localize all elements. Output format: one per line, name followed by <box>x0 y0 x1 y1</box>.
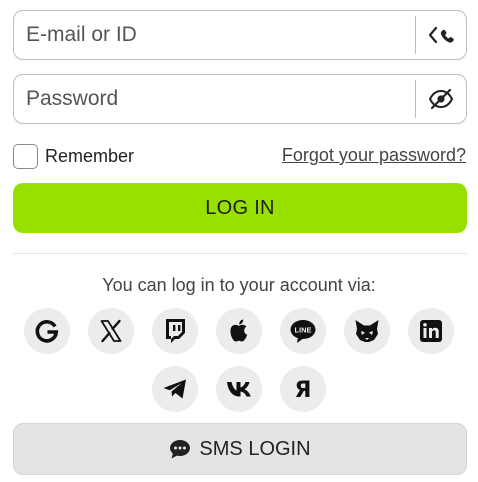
remember-checkbox-row[interactable]: Remember <box>13 144 134 169</box>
divider <box>13 253 467 254</box>
eye-off-icon[interactable] <box>416 75 466 123</box>
yandex-icon: Я <box>295 378 312 401</box>
forgot-password-link[interactable]: Forgot your password? <box>282 145 466 166</box>
telegram-icon <box>163 379 186 399</box>
sms-login-label: SMS LOGIN <box>199 437 311 460</box>
vk-login-button[interactable] <box>216 366 262 412</box>
email-input[interactable]: E-mail or ID <box>14 23 415 47</box>
vk-icon <box>227 382 251 397</box>
google-login-button[interactable] <box>24 308 70 354</box>
x-login-button[interactable] <box>88 308 134 354</box>
twitch-login-button[interactable] <box>152 308 198 354</box>
sms-login-button[interactable]: SMS LOGIN <box>13 423 467 475</box>
social-login-heading: You can log in to your account via: <box>102 275 376 295</box>
login-button[interactable]: LOG IN <box>13 183 467 233</box>
email-field[interactable]: E-mail or ID <box>13 10 467 60</box>
password-field[interactable]: Password <box>13 74 467 124</box>
twitch-icon <box>166 319 185 343</box>
switch-to-phone-icon[interactable] <box>416 11 466 59</box>
svg-text:LINE: LINE <box>294 325 311 334</box>
password-input[interactable]: Password <box>14 87 415 111</box>
x-icon <box>100 319 122 343</box>
line-icon: LINE <box>290 320 316 343</box>
chat-bubble-icon <box>170 440 191 459</box>
telegram-login-button[interactable] <box>152 366 198 412</box>
remember-label: Remember <box>45 146 135 166</box>
metamask-icon <box>355 320 379 342</box>
metamask-login-button[interactable] <box>344 308 390 354</box>
google-icon <box>35 320 59 343</box>
yandex-login-button[interactable]: Я <box>280 366 326 412</box>
apple-icon <box>230 319 248 342</box>
svg-text:Я: Я <box>295 378 312 401</box>
linkedin-login-button[interactable] <box>408 308 454 354</box>
line-login-button[interactable]: LINE <box>280 308 326 354</box>
linkedin-icon <box>420 320 442 342</box>
remember-checkbox[interactable] <box>13 144 38 169</box>
apple-login-button[interactable] <box>216 308 262 354</box>
